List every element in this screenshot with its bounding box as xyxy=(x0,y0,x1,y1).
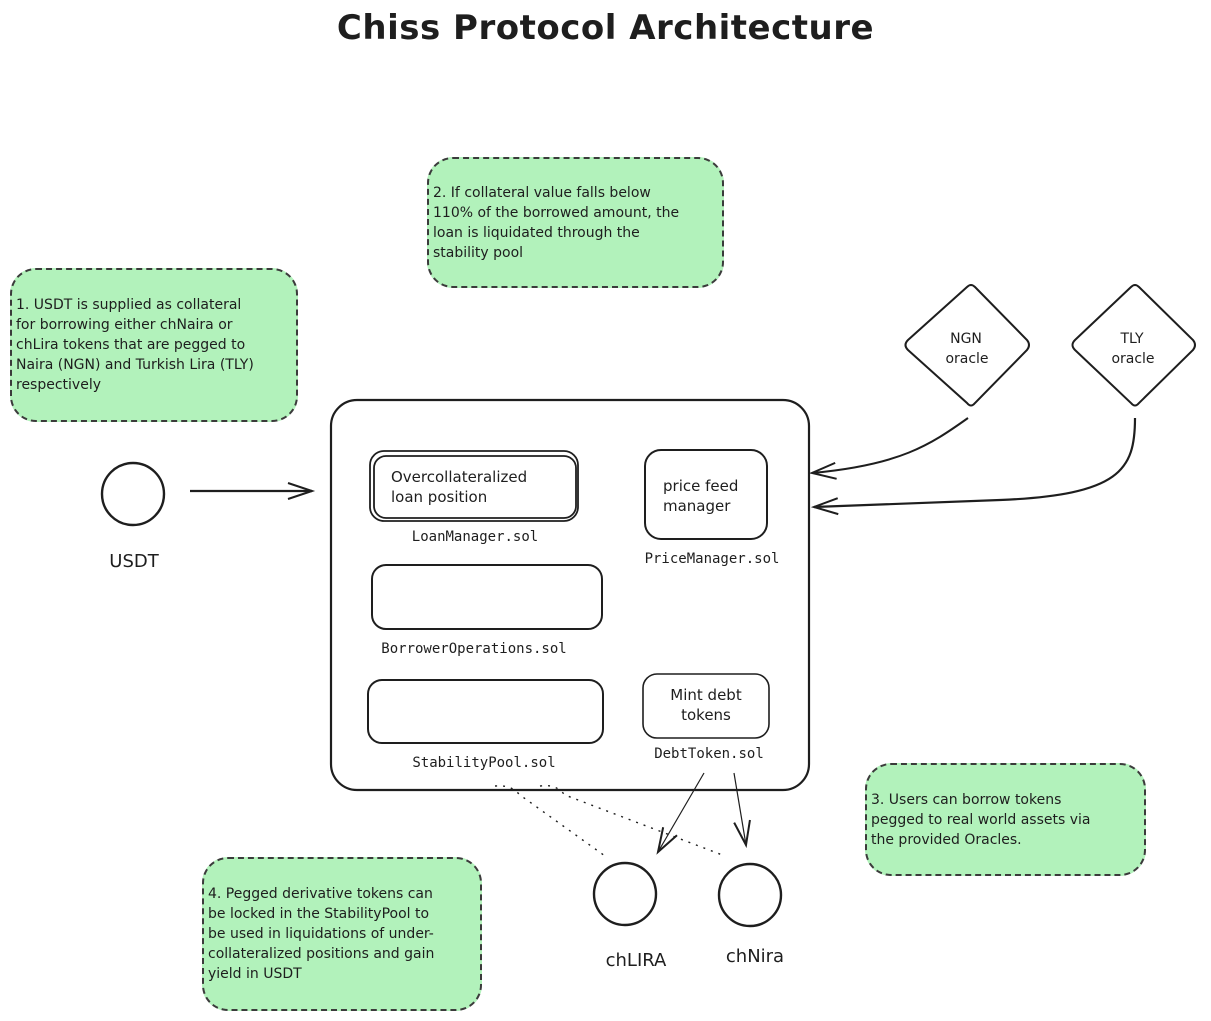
note-liquidation: 2. If collateral value falls below 110% … xyxy=(427,157,724,288)
debt-token-contract[interactable]: Mint debt tokens DebtToken.sol xyxy=(642,673,770,762)
stability-pool-contract[interactable]: StabilityPool.sol xyxy=(367,679,604,771)
chnira-label: chNira xyxy=(726,946,784,967)
price-manager-inner-line2: manager xyxy=(663,497,731,515)
loan-manager-inner-line2: loan position xyxy=(391,488,487,506)
debt-token-inner-line1: Mint debt xyxy=(670,686,742,704)
note-stability-pool: 4. Pegged derivative tokens can be locke… xyxy=(202,857,482,1011)
usdt-label: USDT xyxy=(109,551,159,572)
borrower-operations-contract[interactable]: BorrowerOperations.sol xyxy=(371,564,603,657)
loan-manager-contract[interactable]: Overcollateralized loan position LoanMan… xyxy=(369,450,579,545)
note-collateral-text: 1. USDT is supplied as collateral for bo… xyxy=(16,297,254,393)
stability-pool-box xyxy=(367,679,604,744)
debt-token-label: DebtToken.sol xyxy=(654,746,764,762)
loan-manager-box-outer xyxy=(369,450,579,522)
tly-oracle-line2: oracle xyxy=(1111,351,1154,367)
tly-oracle[interactable]: TLY oracle xyxy=(1071,284,1196,407)
ngn-oracle-line2: oracle xyxy=(945,351,988,367)
tly-oracle-line1: TLY xyxy=(1119,331,1143,347)
ngn-oracle-line1: NGN xyxy=(950,331,982,347)
chlira-token[interactable]: chLIRA xyxy=(592,861,667,971)
loan-manager-inner-line1: Overcollateralized xyxy=(391,468,527,486)
chnira-stability-link xyxy=(539,784,726,857)
usdt-circle xyxy=(100,461,166,527)
note-stability-pool-text: 4. Pegged derivative tokens can be locke… xyxy=(208,886,435,982)
usdt-token[interactable]: USDT xyxy=(100,461,166,572)
debt-token-inner-line2: tokens xyxy=(681,706,731,724)
chlira-stability-link xyxy=(494,785,606,857)
price-manager-contract[interactable]: price feed manager PriceManager.sol xyxy=(644,449,780,567)
ngn-oracle-arrow xyxy=(808,417,969,480)
mint-chnira-arrow xyxy=(733,772,751,849)
note-liquidation-text: 2. If collateral value falls below 110% … xyxy=(433,184,680,261)
chlira-label: chLIRA xyxy=(606,950,667,971)
note-collateral: 1. USDT is supplied as collateral for bo… xyxy=(10,268,298,422)
chnira-token[interactable]: chNira xyxy=(717,862,784,967)
ngn-oracle[interactable]: NGN oracle xyxy=(904,284,1030,407)
chnira-circle xyxy=(717,862,783,928)
tly-oracle-arrow xyxy=(810,417,1137,516)
mint-chlira-arrow xyxy=(656,772,705,855)
borrower-operations-label: BorrowerOperations.sol xyxy=(381,641,566,657)
price-manager-label: PriceManager.sol xyxy=(645,551,780,567)
note-oracles: 3. Users can borrow tokens pegged to rea… xyxy=(865,763,1146,876)
loan-manager-box-inner xyxy=(373,455,577,519)
borrower-operations-box xyxy=(371,564,603,630)
loan-manager-label: LoanManager.sol xyxy=(412,529,538,545)
chlira-circle xyxy=(592,861,658,927)
price-manager-inner-line1: price feed xyxy=(663,477,738,495)
note-oracles-text: 3. Users can borrow tokens pegged to rea… xyxy=(871,791,1091,848)
stability-pool-label: StabilityPool.sol xyxy=(412,755,555,771)
